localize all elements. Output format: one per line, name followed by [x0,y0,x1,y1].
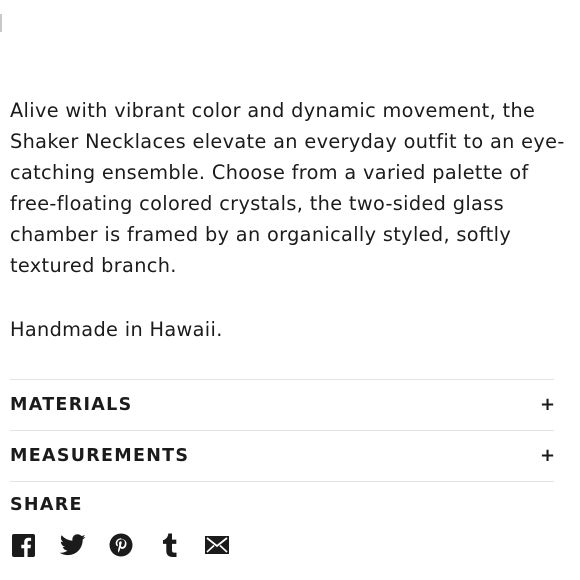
left-edge-marker [0,14,2,32]
materials-label: MATERIALS [10,395,133,415]
materials-expand-icon[interactable]: + [540,396,555,414]
pinterest-icon[interactable] [108,532,134,558]
twitter-icon[interactable] [60,532,86,558]
share-heading: SHARE [10,495,83,515]
product-description-text: Alive with vibrant color and dynamic mov… [10,99,565,277]
share-icons [10,532,230,558]
product-description: Alive with vibrant color and dynamic mov… [10,95,566,281]
measurements-accordion[interactable]: MEASUREMENTS + [10,431,555,481]
product-origin: Handmade in Hawaii. [10,318,223,341]
email-icon[interactable] [204,532,230,558]
divider-bottom [10,481,554,482]
tumblr-icon[interactable] [156,532,182,558]
measurements-expand-icon[interactable]: + [540,447,555,465]
materials-accordion[interactable]: MATERIALS + [10,380,555,430]
measurements-label: MEASUREMENTS [10,446,190,466]
facebook-icon[interactable] [10,532,36,558]
